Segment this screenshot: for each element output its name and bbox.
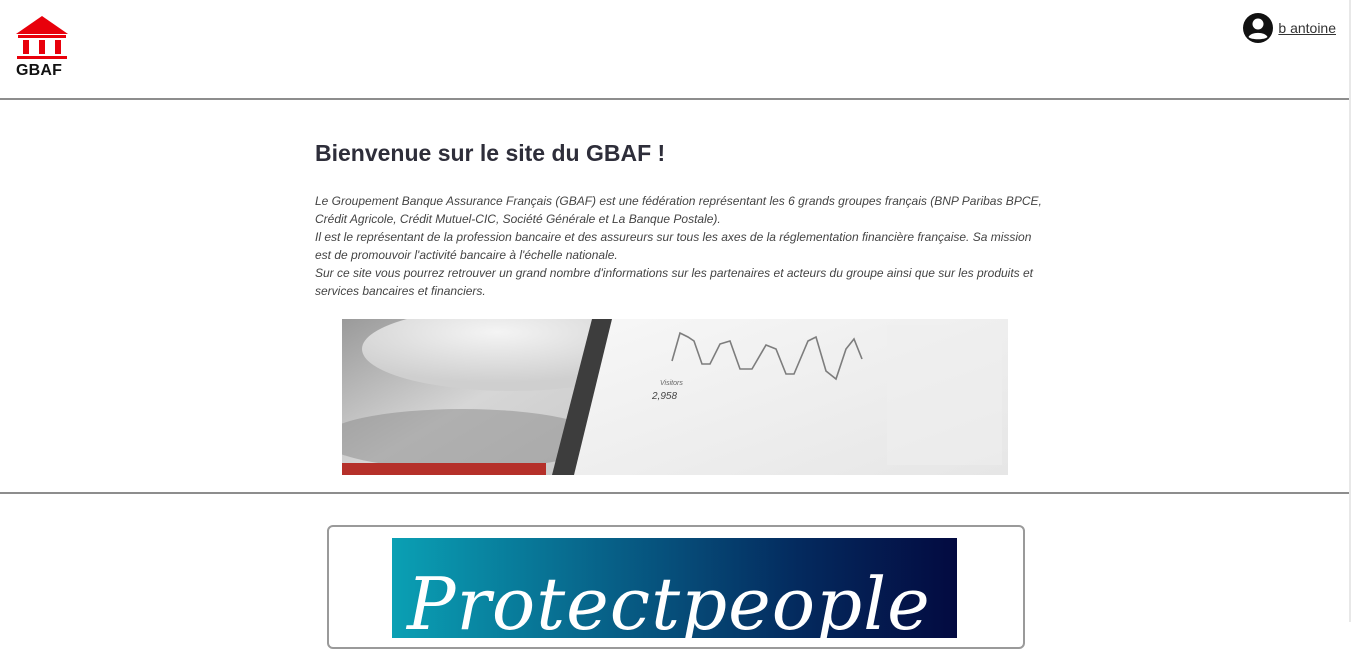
gbaf-logo[interactable]: GBAF <box>14 14 74 80</box>
partner-card[interactable]: Protectpeople <box>327 525 1025 649</box>
bank-building-icon <box>16 16 68 59</box>
intro-text: Le Groupement Banque Assurance Français … <box>315 192 1045 300</box>
logo-text: GBAF <box>16 62 63 79</box>
banner-visitors-value: 2,958 <box>651 391 677 402</box>
site-header: GBAF b antoine <box>0 0 1351 100</box>
partner-logo-text: Protectpeople <box>407 562 931 638</box>
account-circle-icon[interactable] <box>1242 12 1274 44</box>
intro-paragraph: Sur ce site vous pourrez retrouver un gr… <box>315 266 1034 298</box>
section-divider <box>0 492 1351 494</box>
banner-visitors-label: Visitors <box>660 380 683 387</box>
user-menu[interactable]: b antoine <box>1242 12 1336 44</box>
page-title: Bienvenue sur le site du GBAF ! <box>315 140 666 166</box>
welcome-section: Bienvenue sur le site du GBAF ! Le Group… <box>315 140 1045 300</box>
intro-paragraph: Le Groupement Banque Assurance Français … <box>315 194 1042 226</box>
partner-logo[interactable]: Protectpeople <box>392 538 957 638</box>
user-name-link[interactable]: b antoine <box>1278 20 1336 36</box>
intro-paragraph: Il est le représentant de la profession … <box>315 230 1032 262</box>
hero-banner-image: Visitors 2,958 <box>342 319 1008 475</box>
